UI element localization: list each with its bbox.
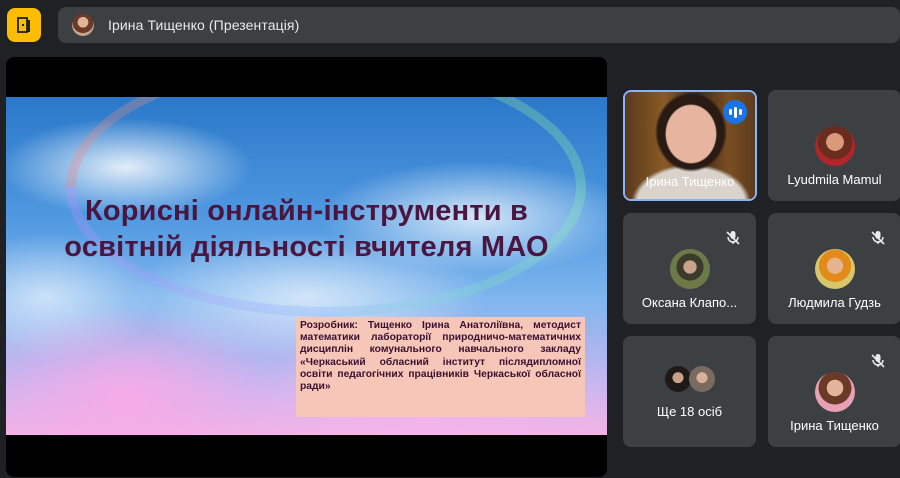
mic-off-icon [871, 231, 885, 245]
avatar [814, 372, 855, 412]
door-exit-icon [17, 17, 30, 33]
presentation-title: Ірина Тищенко (Презентація) [108, 17, 300, 33]
slide-title: Корисні онлайн-інструменти в освітній ді… [26, 193, 587, 265]
participant-tile[interactable]: Людмила Гудзь [768, 213, 900, 324]
participant-tile[interactable]: Ірина Тищенко [768, 336, 900, 447]
author-info-text: Розробник: Тищенко Ірина Анатоліївна, ме… [300, 320, 581, 393]
presentation-stage: Корисні онлайн-інструменти в освітній ді… [6, 57, 607, 477]
avatar [814, 126, 855, 166]
avatar [814, 249, 855, 289]
mic-off-icon [726, 231, 740, 245]
top-bar: Ірина Тищенко (Презентація) [0, 0, 900, 48]
more-participants-tile[interactable]: Ще 18 осіб [623, 336, 756, 447]
participant-name: Людмила Гудзь [788, 295, 881, 310]
avatar [689, 366, 715, 392]
exit-presentation-button[interactable] [7, 8, 41, 42]
more-participants-label: Ще 18 осіб [656, 404, 723, 419]
participant-tile-presenter[interactable]: Ірина Тищенко [623, 90, 757, 201]
participant-name: Ірина Тищенко [790, 418, 879, 433]
slide-title-line2: освітній діяльності вчителя МАО [64, 231, 549, 263]
participant-tile[interactable]: Оксана Клапо... [623, 213, 756, 324]
avatar [669, 249, 710, 289]
participant-tile[interactable]: Lyudmila Mamul [768, 90, 900, 201]
avatar [665, 366, 691, 392]
participant-name: Оксана Клапо... [641, 295, 738, 310]
presenter-avatar [72, 14, 94, 36]
presentation-title-bar[interactable]: Ірина Тищенко (Презентація) [58, 7, 900, 43]
mic-off-icon [871, 354, 885, 368]
slide-title-line1: Корисні онлайн-інструменти в [84, 195, 529, 227]
participant-name: Lyudmila Mamul [787, 172, 882, 187]
presentation-slide: Корисні онлайн-інструменти в освітній ді… [6, 97, 607, 435]
participant-name: Ірина Тищенко [645, 174, 735, 189]
author-info-box: Розробник: Тищенко Ірина Анатоліївна, ме… [296, 317, 585, 417]
speaking-indicator-icon [723, 100, 747, 124]
